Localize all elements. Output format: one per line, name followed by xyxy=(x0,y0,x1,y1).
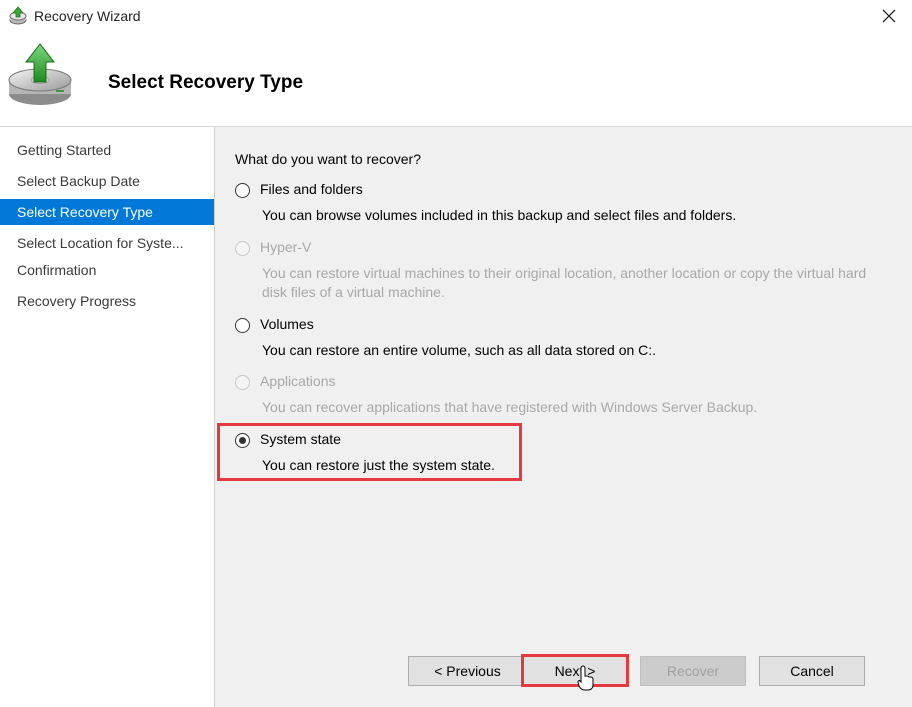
step-select-location: Select Location for Syste... xyxy=(17,235,184,251)
page-title: Select Recovery Type xyxy=(108,72,304,93)
applications-radio xyxy=(235,375,250,390)
files-and-folders-radio[interactable] xyxy=(235,183,250,198)
window-title: Recovery Wizard xyxy=(34,8,141,24)
close-icon xyxy=(882,9,896,23)
step-select-backup-date: Select Backup Date xyxy=(17,173,140,189)
option-description: You can restore an entire volume, such a… xyxy=(262,342,657,358)
recovery-wizard-app-icon xyxy=(9,6,27,25)
system-state-highlight xyxy=(217,423,522,481)
hyper-v-radio xyxy=(235,241,250,256)
option-description: You can browse volumes included in this … xyxy=(262,207,737,223)
volumes-radio[interactable] xyxy=(235,318,250,333)
option-description: You can recover applications that have r… xyxy=(262,399,758,415)
next-button-highlight xyxy=(521,654,629,687)
option-label[interactable]: Files and folders xyxy=(260,181,363,197)
step-confirmation: Confirmation xyxy=(17,262,97,278)
close-button[interactable] xyxy=(866,0,912,32)
wizard-header: Select Recovery Type xyxy=(0,32,912,126)
previous-button[interactable]: < Previous xyxy=(408,656,527,686)
option-label: Applications xyxy=(260,373,336,389)
option-description: You can restore virtual machines to thei… xyxy=(262,265,867,300)
recovery-type-panel: What do you want to recover? Files and f… xyxy=(215,127,912,707)
recover-button: Recover xyxy=(640,656,746,686)
step-recovery-progress: Recovery Progress xyxy=(17,293,137,309)
step-getting-started: Getting Started xyxy=(17,142,112,158)
option-label: Hyper-V xyxy=(260,239,312,255)
mouse-cursor-icon xyxy=(577,665,594,691)
option-label[interactable]: Volumes xyxy=(260,316,314,332)
backup-restore-icon xyxy=(8,43,72,105)
wizard-steps-sidebar: Getting Started Select Backup Date Selec… xyxy=(0,127,214,707)
recovery-question: What do you want to recover? xyxy=(235,151,421,167)
cancel-button[interactable]: Cancel xyxy=(759,656,865,686)
step-select-recovery-type: Select Recovery Type xyxy=(0,199,214,225)
title-bar: Recovery Wizard xyxy=(0,0,912,32)
